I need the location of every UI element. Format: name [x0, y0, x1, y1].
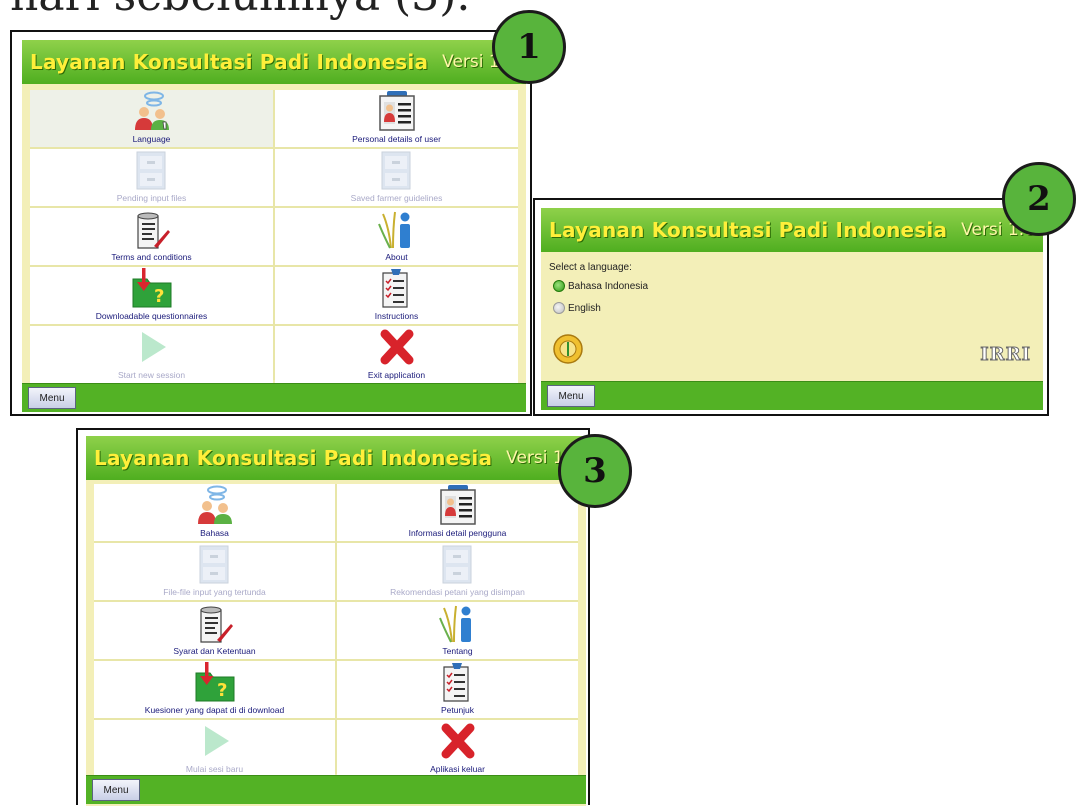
- menu-item-label: Informasi detail pengguna: [408, 528, 507, 538]
- irri-logo: IRRI: [980, 344, 1031, 366]
- radio-label: Bahasa Indonesia: [568, 280, 649, 292]
- menu-button[interactable]: Menu: [92, 779, 140, 801]
- download-folder-icon: ?: [132, 268, 171, 308]
- exit-x-icon: [380, 329, 413, 365]
- radio-english[interactable]: English: [553, 302, 601, 314]
- main-menu-grid: Language Personal details of user Pendin…: [30, 90, 518, 383]
- svg-text:?: ?: [154, 286, 164, 307]
- menu-item-pending-input-files[interactable]: Pending input files: [30, 149, 273, 206]
- bottom-bar: Menu: [22, 383, 526, 412]
- menu-item-aplikasi-keluar[interactable]: Aplikasi keluar: [337, 720, 578, 777]
- menu-item-label: Bahasa: [200, 528, 229, 538]
- menu-item-instructions[interactable]: Instructions: [275, 267, 518, 324]
- file-cabinet-icon: [442, 545, 471, 584]
- app-window-3: Layanan Konsultasi Padi Indonesia Versi …: [86, 436, 586, 806]
- main-menu-grid: Bahasa Informasi detail pengguna File-fi…: [94, 484, 578, 777]
- radio-label: English: [568, 302, 601, 314]
- info-rice-icon: [438, 605, 471, 643]
- radio-bahasa-indonesia[interactable]: Bahasa Indonesia: [553, 280, 648, 292]
- menu-item-label: Saved farmer guidelines: [350, 193, 443, 203]
- menu-item-label: Rekomendasi petani yang disimpan: [390, 587, 525, 597]
- step-badge-2: 2: [1002, 162, 1076, 236]
- menu-item-label: File-file input yang tertunda: [163, 587, 266, 597]
- menu-item-label: Tentang: [442, 646, 473, 656]
- bottom-bar: Menu: [541, 381, 1043, 410]
- language-prompt: Select a language:: [549, 262, 632, 273]
- menu-item-language[interactable]: Language: [30, 90, 273, 147]
- exit-x-icon: [441, 723, 474, 759]
- language-icon: [197, 485, 232, 524]
- app-title: Layanan Konsultasi Padi Indonesia: [94, 446, 493, 470]
- menu-item-bahasa[interactable]: Bahasa: [94, 484, 335, 541]
- menu-item-label: Exit application: [367, 370, 426, 380]
- file-cabinet-icon: [199, 545, 228, 584]
- menu-item-label: Language: [132, 134, 171, 144]
- checklist-icon: [442, 663, 469, 702]
- title-bar: Layanan Konsultasi Padi Indonesia Versi …: [86, 436, 586, 480]
- page-caption: nari sebelumnya (3).: [10, 0, 470, 21]
- menu-item-about[interactable]: About: [275, 208, 518, 265]
- radio-selected-icon: [553, 280, 565, 292]
- menu-item-label: Mulai sesi baru: [185, 764, 244, 774]
- menu-item-file-input-tertunda[interactable]: File-file input yang tertunda: [94, 543, 335, 600]
- menu-item-label: Instructions: [374, 311, 419, 321]
- file-cabinet-icon: [381, 151, 410, 190]
- document-pen-icon: [199, 606, 233, 643]
- menu-item-label: Kuesioner yang dapat di di download: [144, 705, 285, 715]
- menu-item-mulai-sesi-baru[interactable]: Mulai sesi baru: [94, 720, 335, 777]
- menu-item-start-new-session[interactable]: Start new session: [30, 326, 273, 383]
- menu-item-label: Terms and conditions: [111, 252, 192, 262]
- user-id-card-icon: [378, 91, 415, 131]
- menu-item-label: Personal details of user: [352, 134, 441, 144]
- download-folder-icon: ?: [195, 662, 234, 702]
- menu-item-label: Petunjuk: [440, 705, 475, 715]
- menu-item-rekomendasi-petani[interactable]: Rekomendasi petani yang disimpan: [337, 543, 578, 600]
- menu-item-informasi-detail-pengguna[interactable]: Informasi detail pengguna: [337, 484, 578, 541]
- menu-item-label: Pending input files: [116, 193, 187, 203]
- screenshot-1: Layanan Konsultasi Padi Indonesia Versi …: [10, 30, 532, 416]
- menu-item-terms-and-conditions[interactable]: Terms and conditions: [30, 208, 273, 265]
- radio-unselected-icon: [553, 302, 565, 314]
- app-window-1: Layanan Konsultasi Padi Indonesia Versi …: [22, 40, 526, 412]
- menu-item-label: Start new session: [117, 370, 186, 380]
- menu-item-syarat-dan-ketentuan[interactable]: Syarat dan Ketentuan: [94, 602, 335, 659]
- screenshot-2: Layanan Konsultasi Padi Indonesia Versi …: [533, 198, 1049, 416]
- language-icon: [134, 91, 169, 130]
- app-window-2: Layanan Konsultasi Padi Indonesia Versi …: [541, 208, 1043, 410]
- screenshot-3: Layanan Konsultasi Padi Indonesia Versi …: [76, 428, 590, 806]
- menu-item-saved-farmer-guidelines[interactable]: Saved farmer guidelines: [275, 149, 518, 206]
- menu-item-personal-details[interactable]: Personal details of user: [275, 90, 518, 147]
- step-badge-1: 1: [492, 10, 566, 84]
- menu-item-label: About: [385, 252, 408, 262]
- app-title: Layanan Konsultasi Padi Indonesia: [549, 218, 948, 242]
- play-icon: [141, 332, 166, 362]
- svg-text:?: ?: [217, 680, 227, 701]
- menu-item-label: Aplikasi keluar: [430, 764, 485, 774]
- menu-button[interactable]: Menu: [28, 387, 76, 409]
- menu-item-downloadable-questionnaires[interactable]: ? Downloadable questionnaires: [30, 267, 273, 324]
- ministry-logo-icon: [553, 334, 583, 364]
- menu-item-petunjuk[interactable]: Petunjuk: [337, 661, 578, 718]
- info-rice-icon: [377, 211, 410, 249]
- menu-item-kuesioner[interactable]: ? Kuesioner yang dapat di di download: [94, 661, 335, 718]
- bottom-bar: Menu: [86, 775, 586, 804]
- menu-button[interactable]: Menu: [547, 385, 595, 407]
- menu-item-label: Downloadable questionnaires: [95, 311, 208, 321]
- user-id-card-icon: [439, 485, 476, 525]
- menu-item-tentang[interactable]: Tentang: [337, 602, 578, 659]
- title-bar: Layanan Konsultasi Padi Indonesia Versi …: [541, 208, 1043, 252]
- checklist-icon: [381, 269, 408, 308]
- step-badge-3: 3: [558, 434, 632, 508]
- document-pen-icon: [136, 212, 170, 249]
- menu-item-exit-application[interactable]: Exit application: [275, 326, 518, 383]
- file-cabinet-icon: [136, 151, 165, 190]
- play-icon: [204, 726, 229, 756]
- title-bar: Layanan Konsultasi Padi Indonesia Versi …: [22, 40, 526, 84]
- menu-item-label: Syarat dan Ketentuan: [173, 646, 256, 656]
- app-title: Layanan Konsultasi Padi Indonesia: [30, 50, 429, 74]
